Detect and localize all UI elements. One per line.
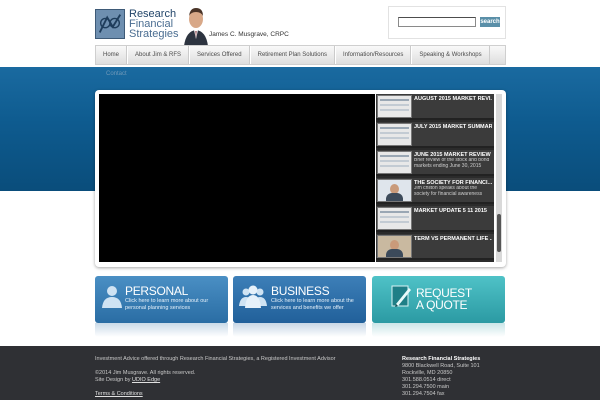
advisor-name: James C. Musgrave, CRPC [209, 31, 289, 38]
playlist-item-desc [414, 214, 492, 230]
footer-terms-link[interactable]: Terms & Conditions [95, 391, 143, 397]
logo-mark-icon [95, 9, 125, 39]
footer-address-line1: 9800 Blackwell Road, Suite 101 [402, 363, 480, 369]
personal-cta-text: Click here to learn more about our perso… [125, 298, 209, 311]
nav-item-information[interactable]: Information/Resources [334, 46, 412, 64]
playlist-item-desc [414, 102, 492, 118]
footer-copyright: ©2014 Jim Musgrave. All rights reserved. [95, 370, 196, 376]
playlist-item-desc [414, 130, 492, 146]
footer-address-line2: Rockville, MD 20850 [402, 370, 453, 376]
site-header: Research Financial Strategies James C. M… [0, 0, 600, 46]
video-thumbnail [377, 123, 412, 146]
main-nav: Home About Jim & RFS Services Offered Re… [95, 45, 506, 65]
nav-item-about[interactable]: About Jim & RFS [127, 46, 190, 64]
business-cta-title: BUSINESS [271, 284, 330, 298]
nav-item-home[interactable]: Home [96, 46, 128, 64]
request-quote-cta[interactable]: REQUEST A QUOTE [372, 276, 505, 323]
video-thumbnail [377, 207, 412, 230]
advisor-portrait [182, 3, 210, 46]
playlist-item[interactable]: JULY 2015 MARKET SUMMAR... [376, 122, 494, 148]
footer-design-prefix: Site Design by [95, 377, 132, 383]
personal-cta-reflection [95, 323, 228, 337]
playlist-item-desc: Jim chilton speaks about the society for… [414, 186, 483, 197]
group-icon [239, 285, 267, 308]
video-panel: AUGUST 2015 MARKET REVI... JULY 2015 MAR… [95, 90, 506, 267]
playlist-item-desc [414, 242, 492, 258]
video-playlist: AUGUST 2015 MARKET REVI... JULY 2015 MAR… [376, 94, 494, 262]
nav-item-contact[interactable]: Contact [106, 71, 127, 77]
business-cta-text: Click here to learn more about the servi… [271, 298, 354, 311]
person-icon [102, 286, 122, 308]
playlist-item[interactable]: TERM VS PERMANENT LIFE ... [376, 234, 494, 260]
business-cta[interactable]: BUSINESS Click here to learn more about … [233, 276, 366, 323]
nav-item-services[interactable]: Services Offered [189, 46, 250, 64]
logo-text-strategies: Strategies [129, 28, 179, 40]
playlist-item[interactable]: AUGUST 2015 MARKET REVI... [376, 94, 494, 120]
footer-fax: 301.294.7504 fax [402, 391, 445, 397]
playlist-item[interactable]: THE SOCIETY FOR FINANCI... Jim chilton s… [376, 178, 494, 204]
pen-icon [391, 285, 411, 307]
personal-cta-title: PERSONAL [125, 284, 188, 298]
playlist-item[interactable]: MARKET UPDATE 5 11 2015 [376, 206, 494, 232]
search-box: search [388, 6, 506, 39]
footer-design-credit: Site Design by UDIO Edge [95, 377, 160, 383]
search-button[interactable]: search [480, 17, 500, 27]
request-quote-title-line2: A QUOTE [416, 298, 468, 312]
playlist-item-desc: Brief review of the stock and bond marke… [414, 158, 490, 169]
video-thumbnail [377, 151, 412, 174]
footer-phone-direct: 301.588.0514 direct [402, 377, 451, 383]
site-logo[interactable]: Research Financial Strategies [95, 8, 179, 42]
personal-cta[interactable]: PERSONAL Click here to learn more about … [95, 276, 228, 323]
video-thumbnail [377, 235, 412, 258]
video-thumbnail [377, 95, 412, 118]
playlist-item[interactable]: JUNE 2015 MARKET REVIEW Brief review of … [376, 150, 494, 176]
footer-design-link[interactable]: UDIO Edge [132, 377, 160, 383]
site-footer: Investment Advice offered through Resear… [0, 346, 600, 400]
footer-disclaimer: Investment Advice offered through Resear… [95, 356, 336, 362]
playlist-scrollbar[interactable] [496, 94, 502, 262]
footer-company-name: Research Financial Strategies [402, 356, 481, 362]
scrollbar-thumb[interactable] [497, 214, 501, 252]
footer-phone-main: 301.294.7500 main [402, 384, 450, 390]
video-thumbnail [377, 179, 412, 202]
search-input[interactable] [398, 17, 476, 27]
nav-item-speaking[interactable]: Speaking & Workshops [411, 46, 490, 64]
business-cta-reflection [233, 323, 366, 337]
nav-item-retirement[interactable]: Retirement Plan Solutions [249, 46, 335, 64]
request-quote-cta-reflection [372, 323, 505, 337]
video-player[interactable] [99, 94, 375, 262]
